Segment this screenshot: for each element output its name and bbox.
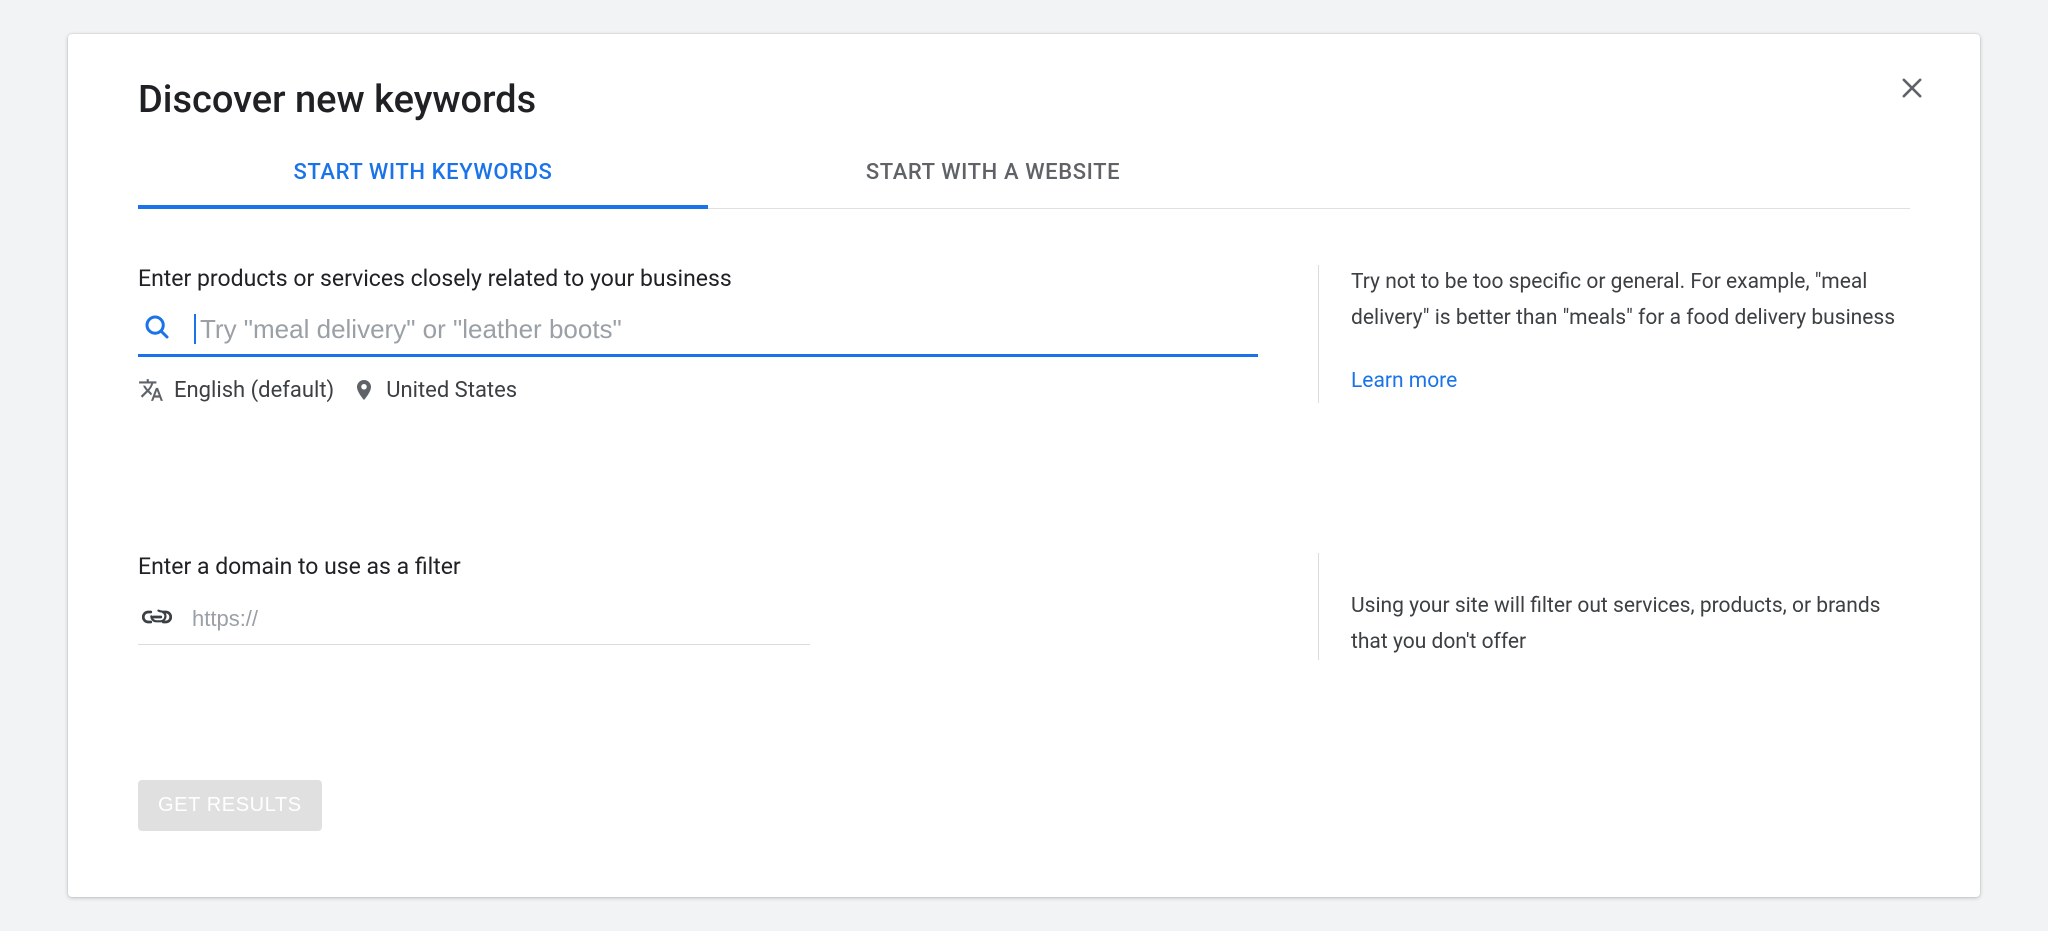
domain-input[interactable] bbox=[192, 606, 810, 632]
location-selector[interactable]: United States bbox=[352, 378, 517, 403]
keywords-input[interactable] bbox=[200, 314, 1258, 345]
location-value: United States bbox=[386, 378, 517, 403]
location-pin-icon bbox=[352, 378, 376, 402]
domain-label: Enter a domain to use as a filter bbox=[138, 553, 1258, 580]
learn-more-link[interactable]: Learn more bbox=[1351, 364, 1457, 400]
tab-start-with-website[interactable]: START WITH A WEBSITE bbox=[708, 144, 1278, 209]
keywords-tip: Try not to be too specific or general. F… bbox=[1351, 265, 1910, 336]
tabs: START WITH KEYWORDS START WITH A WEBSITE bbox=[138, 144, 1910, 209]
search-icon bbox=[142, 312, 172, 346]
keyword-planner-card: Discover new keywords START WITH KEYWORD… bbox=[68, 34, 1980, 897]
link-icon bbox=[142, 602, 172, 636]
tab-start-with-keywords[interactable]: START WITH KEYWORDS bbox=[138, 144, 708, 209]
get-results-button[interactable]: GET RESULTS bbox=[138, 780, 322, 831]
domain-tip: Using your site will filter out services… bbox=[1351, 589, 1910, 660]
close-icon bbox=[1898, 74, 1926, 102]
close-button[interactable] bbox=[1892, 68, 1932, 108]
keywords-field[interactable] bbox=[138, 306, 1258, 357]
domain-field[interactable] bbox=[138, 594, 810, 645]
language-selector[interactable]: English (default) bbox=[138, 377, 334, 403]
language-value: English (default) bbox=[174, 378, 334, 403]
text-cursor bbox=[194, 314, 196, 344]
page-title: Discover new keywords bbox=[138, 78, 1910, 122]
translate-icon bbox=[138, 377, 164, 403]
keywords-label: Enter products or services closely relat… bbox=[138, 265, 1258, 292]
